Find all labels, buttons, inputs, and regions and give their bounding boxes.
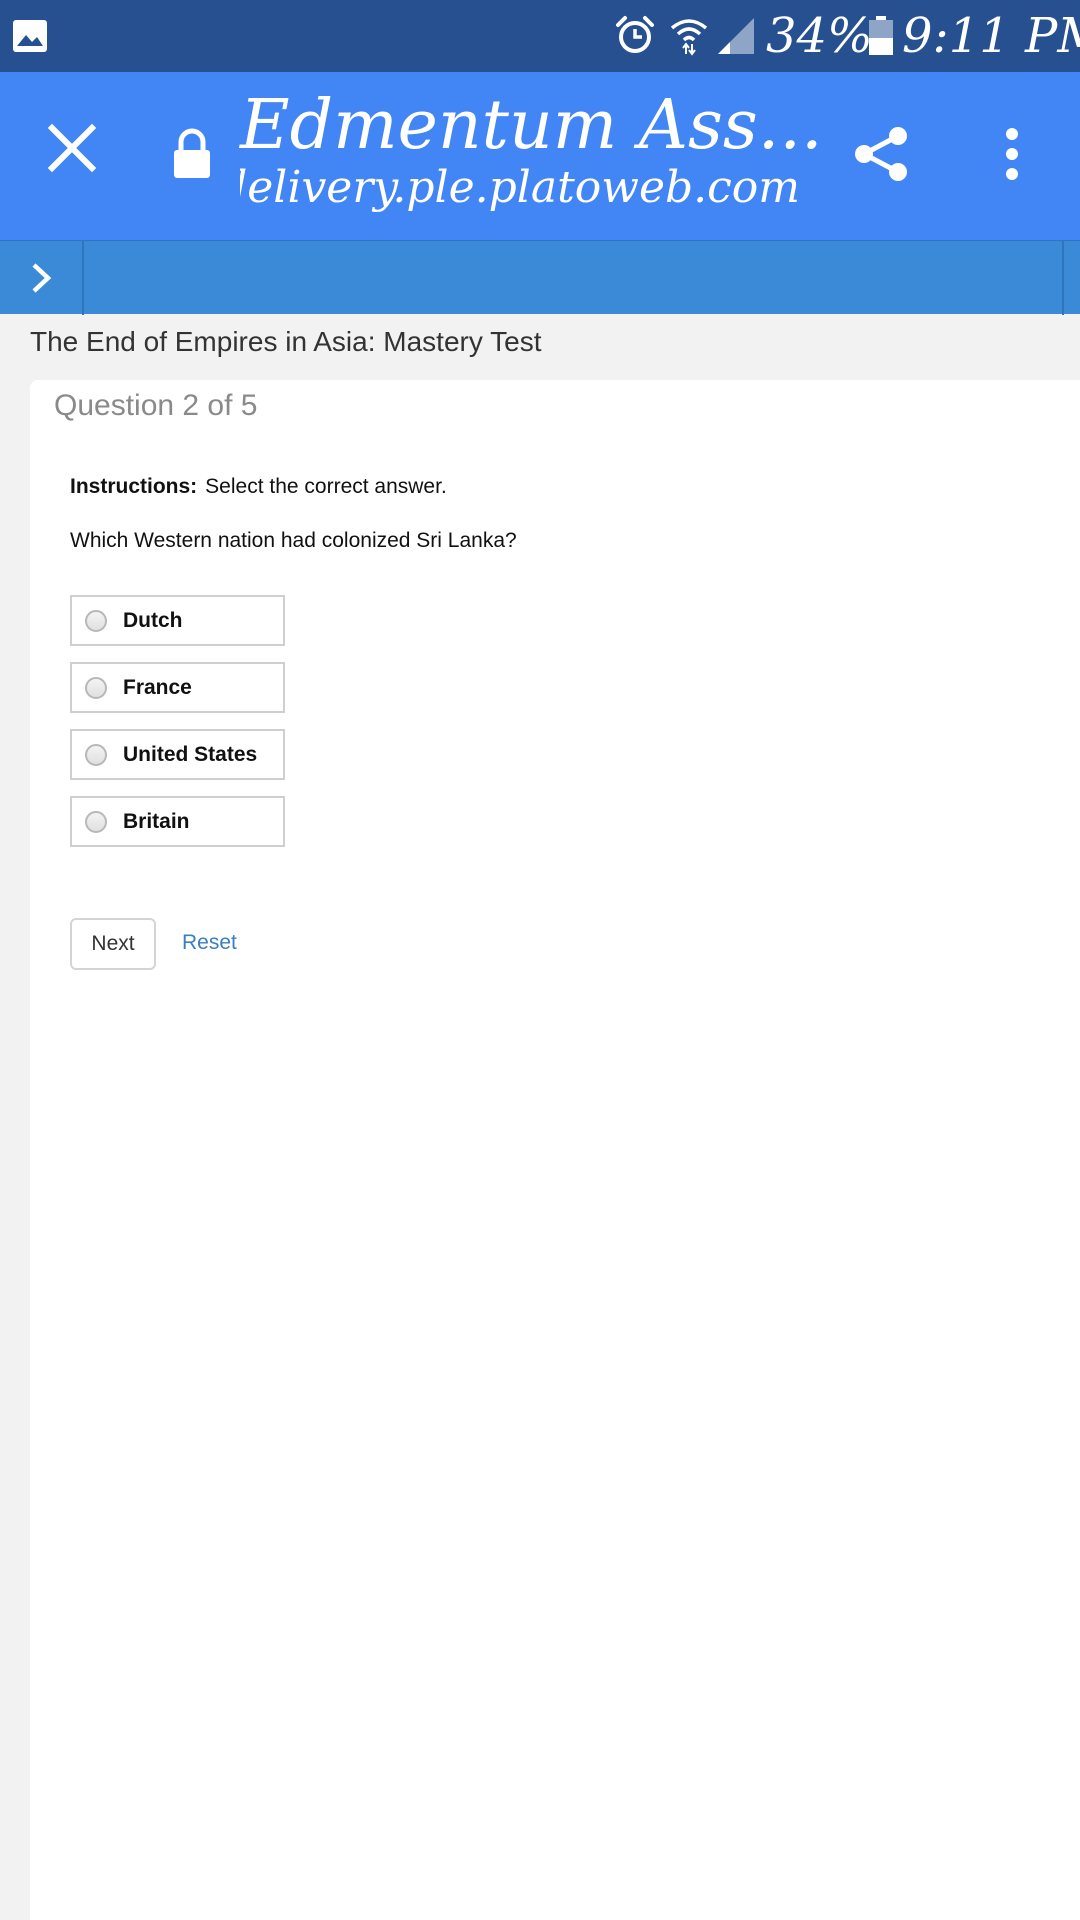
alarm-icon [616, 16, 654, 53]
instructions: Instructions: Select the correct answer. [70, 472, 447, 502]
choice-label: Dutch [123, 608, 183, 632]
status-bar: 34% 9:11 PM [0, 0, 1080, 72]
next-button[interactable]: Next [70, 918, 156, 970]
reset-link[interactable]: Reset [182, 928, 237, 958]
answer-choice-united-states[interactable]: United States [70, 729, 285, 780]
instructions-text: Select the correct answer. [205, 475, 447, 498]
test-title: The End of Empires in Asia: Mastery Test [30, 326, 542, 357]
close-icon[interactable] [40, 116, 104, 180]
expand-nav-button[interactable] [0, 241, 84, 315]
chevron-right-icon [32, 263, 52, 293]
gallery-icon [13, 20, 47, 52]
choice-label: Britain [123, 809, 190, 833]
nav-bar-content [84, 241, 1064, 315]
radio-button[interactable] [85, 810, 107, 833]
wifi-icon [670, 19, 708, 56]
overflow-menu-icon[interactable] [992, 122, 1032, 186]
question-counter: Question 2 of 5 [54, 389, 258, 422]
choice-label: France [123, 675, 192, 699]
choice-label: United States [123, 742, 258, 766]
page-nav-bar [0, 240, 1080, 315]
signal-icon [718, 18, 754, 54]
battery-percent: 34% [766, 8, 873, 64]
lock-icon [174, 128, 210, 178]
answer-choice-dutch[interactable]: Dutch [70, 595, 285, 646]
radio-button[interactable] [85, 609, 107, 632]
answer-choice-france[interactable]: France [70, 662, 285, 713]
question-card: Question 2 of 5 Instructions: Select the … [30, 380, 1080, 1920]
browser-toolbar: Edmentum Ass... delivery.ple.platoweb.co… [0, 72, 1080, 240]
battery-icon [869, 16, 893, 55]
instructions-label: Instructions: [70, 475, 198, 498]
question-text: Which Western nation had colonized Sri L… [70, 529, 517, 552]
url-text[interactable]: delivery.ple.platoweb.com [240, 158, 800, 218]
page-title: Edmentum Ass... [240, 86, 823, 165]
answer-choice-britain[interactable]: Britain [70, 796, 285, 847]
radio-button[interactable] [85, 743, 107, 766]
clock: 9:11 PM [902, 8, 1080, 64]
radio-button[interactable] [85, 676, 107, 699]
share-icon[interactable] [850, 122, 914, 186]
